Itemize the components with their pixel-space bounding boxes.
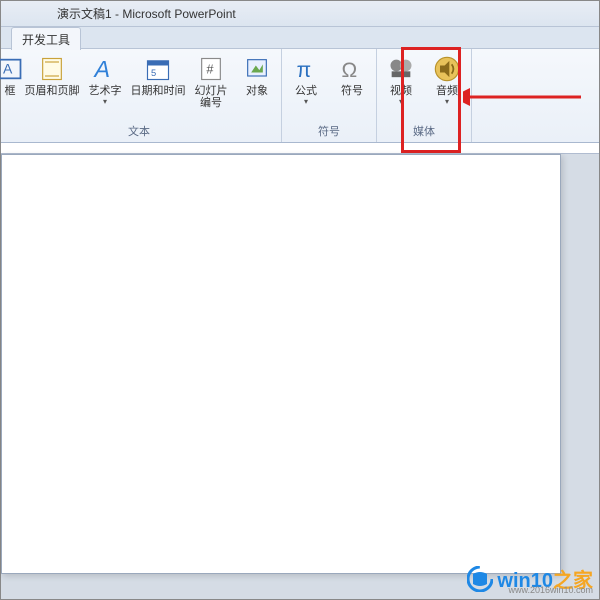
group-symbols: π 公式 ▾ Ω 符号 符号 [282,49,377,142]
audio-icon [433,55,461,83]
header-footer-icon [38,55,66,83]
symbol-label: 符号 [341,85,363,97]
wordart-label: 艺术字 [89,85,122,97]
svg-text:Ω: Ω [342,59,358,82]
object-label: 对象 [246,85,268,97]
object-icon [243,55,271,83]
datetime-icon: 5 [144,55,172,83]
watermark-logo-icon [467,566,493,592]
group-media: 视频 ▾ 音频 ▾ 媒体 [377,49,472,142]
object-button[interactable]: 对象 [237,53,277,111]
wordart-icon: A [91,55,119,83]
audio-button[interactable]: 音频 ▾ [427,53,467,107]
video-label: 视频 [390,85,412,97]
datetime-button[interactable]: 5 日期和时间 [131,53,185,111]
dropdown-icon: ▾ [445,99,449,105]
video-button[interactable]: 视频 ▾ [381,53,421,107]
svg-text:5: 5 [151,68,156,78]
symbol-icon: Ω [338,55,366,83]
slide-number-icon: # [197,55,225,83]
group-symbols-label: 符号 [286,121,372,140]
header-footer-label: 页眉和页脚 [25,85,80,97]
equation-icon: π [292,55,320,83]
group-media-label: 媒体 [381,121,467,140]
group-media-items: 视频 ▾ 音频 ▾ [381,53,467,107]
app-window: 演示文稿1 - Microsoft PowerPoint 开发工具 A 框 [0,0,600,600]
equation-label: 公式 [295,85,317,97]
group-text-items: A 框 页眉和页脚 A 艺术字 ▾ [1,53,277,111]
group-symbols-items: π 公式 ▾ Ω 符号 [286,53,372,107]
audio-label: 音频 [436,85,458,97]
textbox-icon: A [0,55,24,83]
group-text: A 框 页眉和页脚 A 艺术字 ▾ [1,49,282,142]
title-bar: 演示文稿1 - Microsoft PowerPoint [1,1,599,27]
wordart-button[interactable]: A 艺术字 ▾ [85,53,125,111]
dropdown-icon: ▾ [399,99,403,105]
svg-text:A: A [3,61,13,77]
tab-developer[interactable]: 开发工具 [11,27,81,50]
textbox-label: 框 [5,85,16,97]
watermark: win10之家 www.2016win10.com [467,564,593,593]
video-icon [387,55,415,83]
dropdown-icon: ▾ [103,99,107,105]
slide-area [1,153,599,599]
slide-canvas[interactable] [1,154,561,574]
slide-number-label: 幻灯片 编号 [195,85,228,109]
ribbon: A 框 页眉和页脚 A 艺术字 ▾ [1,49,599,143]
equation-button[interactable]: π 公式 ▾ [286,53,326,107]
symbol-button[interactable]: Ω 符号 [332,53,372,107]
textbox-button[interactable]: A 框 [1,53,19,111]
slide-number-button[interactable]: # 幻灯片 编号 [191,53,231,111]
dropdown-icon: ▾ [304,99,308,105]
datetime-label: 日期和时间 [131,85,186,97]
svg-text:A: A [93,56,111,82]
header-footer-button[interactable]: 页眉和页脚 [25,53,79,111]
group-text-label: 文本 [1,121,277,140]
window-title: 演示文稿1 - Microsoft PowerPoint [57,5,236,22]
ribbon-tabstrip: 开发工具 [1,27,599,49]
watermark-url: www.2016win10.com [508,585,593,595]
svg-text:#: # [206,62,214,77]
tab-label: 开发工具 [22,33,70,47]
svg-text:π: π [297,59,312,82]
